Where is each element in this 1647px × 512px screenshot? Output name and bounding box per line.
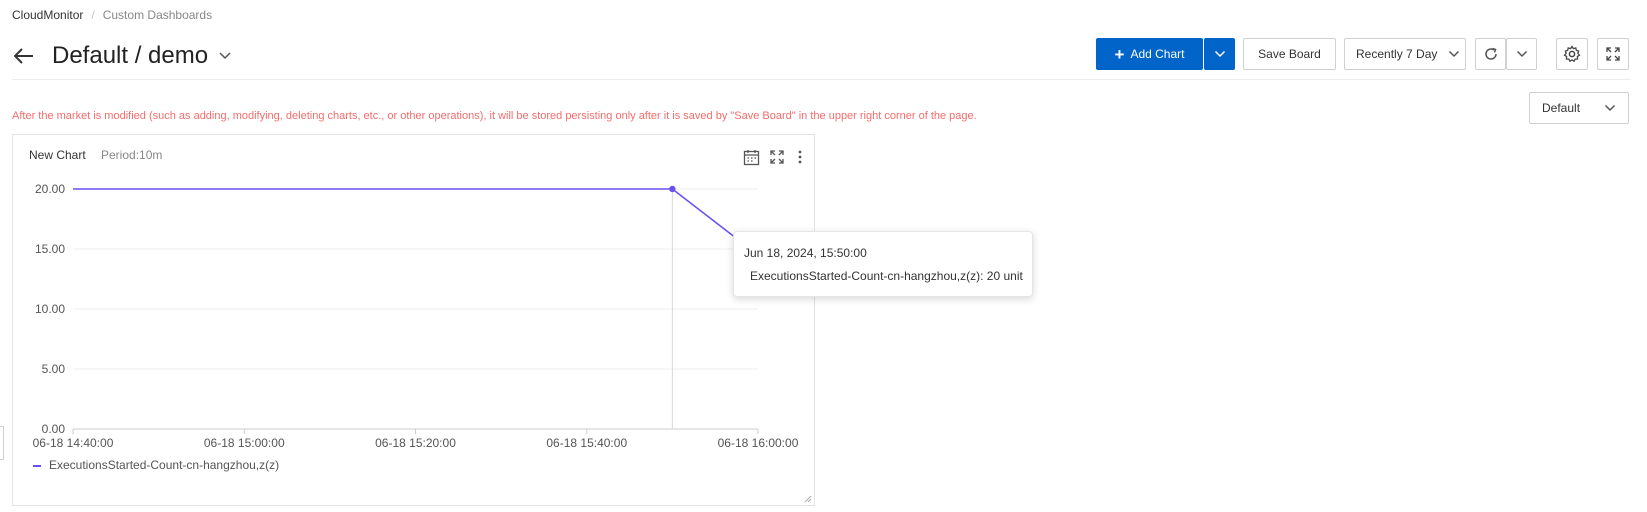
add-chart-label: Add Chart: [1130, 47, 1185, 61]
unsaved-changes-notice: After the market is modified (such as ad…: [12, 110, 977, 122]
series-line: [73, 188, 759, 256]
save-board-label: Save Board: [1258, 47, 1321, 61]
refresh-button[interactable]: [1475, 38, 1506, 70]
breadcrumb-current: Custom Dashboards: [102, 8, 213, 22]
breadcrumb: CloudMonitor / Custom Dashboards: [12, 8, 212, 22]
breadcrumb-root-link[interactable]: CloudMonitor: [12, 8, 83, 22]
y-tick-label: 20.00: [35, 182, 65, 196]
y-tick-label: 5.00: [42, 362, 66, 376]
header-divider: [12, 79, 1631, 80]
chart-tooltip: Jun 18, 2024, 15:50:00 ExecutionsStarted…: [733, 231, 1033, 297]
y-tick-label: 0.00: [42, 422, 66, 436]
breadcrumb-separator: /: [91, 8, 95, 22]
refresh-interval-dropdown-button[interactable]: [1506, 38, 1537, 70]
back-arrow-icon[interactable]: [12, 44, 36, 68]
chart-card: New Chart Period:10m 0.00 5.00 10.00 15.00 2…: [12, 134, 815, 506]
x-tick-label: 06-18 15:00:00: [204, 436, 285, 450]
add-chart-button[interactable]: + Add Chart: [1096, 38, 1203, 70]
page-title: Default / demo: [52, 42, 209, 69]
time-range-select[interactable]: Recently 7 Day: [1344, 38, 1466, 70]
settings-button[interactable]: [1556, 38, 1588, 70]
highlight-point: [669, 185, 676, 193]
add-chart-dropdown-button[interactable]: [1204, 38, 1235, 70]
chevron-down-icon: [1449, 50, 1460, 58]
dashboard-switch-chevron-icon[interactable]: [218, 48, 234, 64]
chart-group-select[interactable]: Default: [1529, 92, 1629, 124]
legend-item-label[interactable]: ExecutionsStarted-Count-cn-hangzhou,z(z): [49, 458, 279, 472]
expand-icon: [1606, 47, 1620, 61]
chevron-down-icon: [1516, 50, 1527, 58]
y-tick-label: 10.00: [35, 302, 65, 316]
title-row: Default / demo: [12, 40, 234, 72]
x-tick-label: 06-18 16:00:00: [718, 436, 799, 450]
tooltip-separator: :: [980, 269, 987, 283]
time-range-label: Recently 7 Day: [1356, 47, 1438, 61]
tooltip-row: ExecutionsStarted-Count-cn-hangzhou,z(z)…: [744, 269, 1023, 283]
x-tick-label: 06-18 14:40:00: [33, 436, 114, 450]
x-tick-label: 06-18 15:20:00: [375, 436, 456, 450]
legend-swatch: [33, 465, 41, 467]
tooltip-time: Jun 18, 2024, 15:50:00: [744, 246, 867, 260]
refresh-icon: [1484, 47, 1497, 60]
save-board-button[interactable]: Save Board: [1243, 38, 1336, 70]
x-tick-label: 06-18 15:40:00: [546, 436, 627, 450]
collapsed-side-handle[interactable]: [0, 426, 4, 460]
gear-icon: [1563, 45, 1581, 63]
tooltip-value: 20 unit: [986, 269, 1023, 283]
resize-handle-icon[interactable]: [804, 495, 812, 503]
tooltip-series-name: ExecutionsStarted-Count-cn-hangzhou,z(z): [750, 269, 981, 283]
plus-icon: +: [1114, 44, 1125, 64]
chart-group-select-value: Default: [1542, 101, 1581, 115]
chevron-down-icon: [1604, 104, 1616, 112]
y-tick-label: 15.00: [35, 242, 65, 256]
chevron-down-icon: [1214, 50, 1225, 58]
fullscreen-button[interactable]: [1597, 38, 1629, 70]
line-chart: 0.00 5.00 10.00 15.00 20.00 06-18 14:40:00 06-…: [33, 182, 799, 450]
